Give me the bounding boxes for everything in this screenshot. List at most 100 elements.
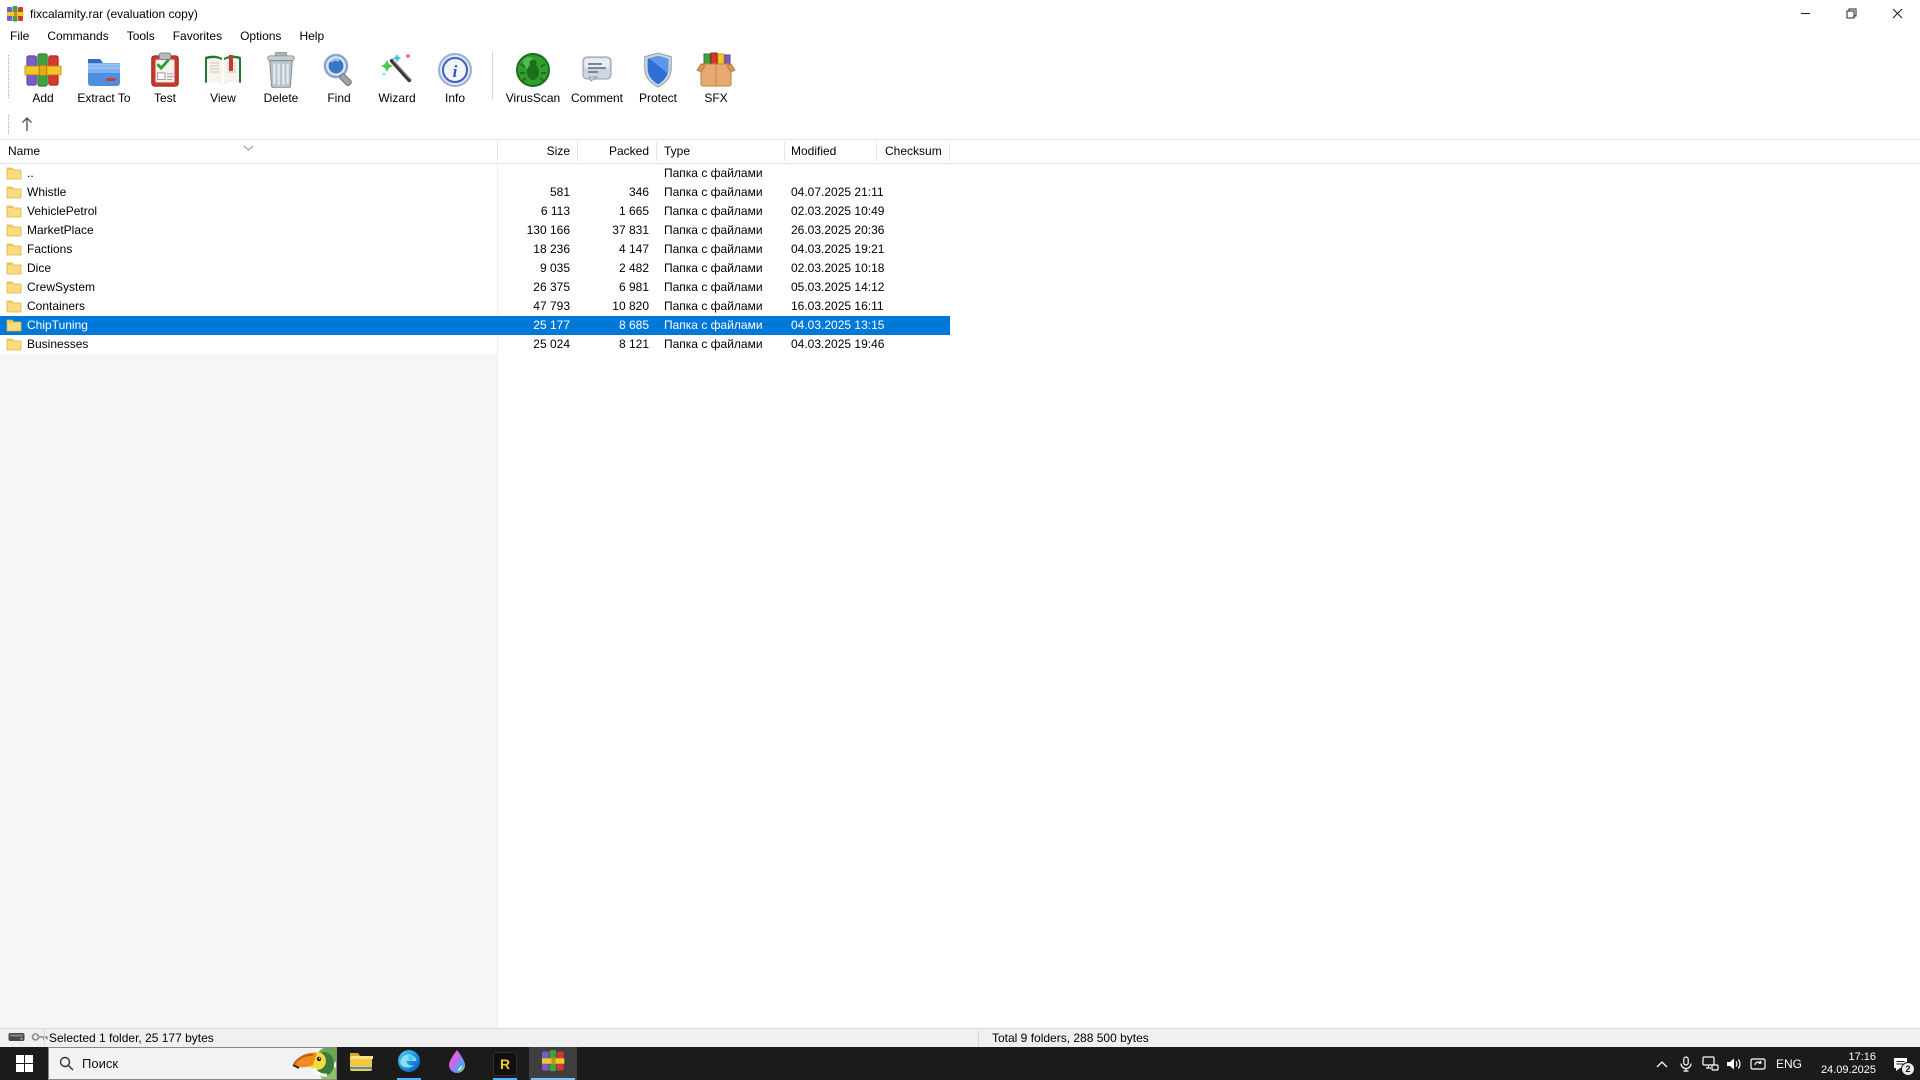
tray-volume-icon[interactable] (1722, 1047, 1746, 1080)
file-rows: ..Папка с файламиWhistle581346Папка с фа… (0, 164, 950, 354)
notification-center-button[interactable]: 2 (1880, 1047, 1920, 1080)
find-label: Find (327, 91, 350, 105)
folder-icon (6, 299, 22, 313)
info-button[interactable]: i Info (426, 45, 484, 105)
notification-count-badge: 2 (1901, 1062, 1915, 1076)
column-divider[interactable] (656, 142, 657, 161)
row-modified: 04.03.2025 19:21 (791, 240, 901, 259)
winrar-app-icon (7, 6, 24, 22)
table-row[interactable]: Whistle581346Папка с файлами04.07.2025 2… (0, 183, 950, 202)
search-placeholder: Поиск (82, 1056, 118, 1071)
column-header-modified[interactable]: Modified (791, 140, 873, 163)
menu-commands[interactable]: Commands (38, 27, 117, 45)
search-input[interactable]: Поиск (48, 1047, 337, 1080)
find-button[interactable]: Find (310, 45, 368, 105)
table-row[interactable]: Factions18 2364 147Папка с файлами04.03.… (0, 240, 950, 259)
column-header-checksum[interactable]: Checksum (885, 140, 945, 163)
row-name: CrewSystem (27, 278, 492, 297)
row-type: Папка с файлами (664, 297, 784, 316)
menu-options[interactable]: Options (231, 27, 290, 45)
table-row[interactable]: Dice9 0352 482Папка с файлами02.03.2025 … (0, 259, 950, 278)
column-divider[interactable] (784, 142, 785, 161)
row-packed (578, 164, 649, 183)
virusscan-label: VirusScan (506, 91, 560, 105)
column-divider[interactable] (577, 142, 578, 161)
sfx-box-icon (696, 51, 736, 89)
row-packed: 1 665 (578, 202, 649, 221)
delete-label: Delete (264, 91, 299, 105)
folder-icon (6, 242, 22, 256)
row-size: 9 035 (500, 259, 570, 278)
folder-icon (6, 261, 22, 275)
restore-button[interactable] (1828, 0, 1874, 27)
column-header-packed[interactable]: Packed (578, 140, 649, 163)
test-button[interactable]: Test (136, 45, 194, 105)
wizard-wand-icon (377, 51, 417, 89)
wizard-button[interactable]: Wizard (368, 45, 426, 105)
folder-icon (6, 280, 22, 294)
tray-date: 24.09.2025 (1808, 1064, 1876, 1077)
table-row[interactable]: VehiclePetrol6 1131 665Папка с файлами02… (0, 202, 950, 221)
row-size: 25 177 (500, 316, 570, 335)
tray-language-indicator[interactable]: ENG (1770, 1057, 1808, 1071)
list-header: Name Size Packed Type Modified Checksum (0, 139, 1920, 164)
sfx-button[interactable]: SFX (687, 45, 745, 105)
extract-to-button[interactable]: Extract To (72, 45, 136, 105)
virusscan-button[interactable]: VirusScan (501, 45, 565, 105)
table-row[interactable]: Containers47 79310 820Папка с файлами16.… (0, 297, 950, 316)
taskbar-rage-button[interactable]: R (481, 1047, 529, 1080)
close-button[interactable] (1874, 0, 1920, 27)
column-header-size[interactable]: Size (500, 140, 570, 163)
menu-help[interactable]: Help (290, 27, 333, 45)
tray-time: 17:16 (1808, 1051, 1876, 1064)
table-row[interactable]: ChipTuning25 1778 685Папка с файлами04.0… (0, 316, 950, 335)
folder-icon (6, 204, 22, 218)
key-icon[interactable] (31, 1031, 49, 1046)
minimize-button[interactable] (1782, 0, 1828, 27)
rage-mp-icon: R (493, 1052, 517, 1076)
toolbar-separator (492, 51, 493, 99)
table-row[interactable]: MarketPlace130 16637 831Папка с файлами2… (0, 221, 950, 240)
paint-drop-icon (446, 1049, 468, 1078)
tray-network-icon[interactable] (1698, 1047, 1722, 1080)
table-row[interactable]: CrewSystem26 3756 981Папка с файлами05.0… (0, 278, 950, 297)
info-label: Info (445, 91, 465, 105)
tray-microphone-icon[interactable] (1674, 1047, 1698, 1080)
tray-chevron-up-icon[interactable] (1650, 1047, 1674, 1080)
column-divider[interactable] (497, 142, 498, 161)
row-type: Папка с файлами (664, 221, 784, 240)
menu-tools[interactable]: Tools (118, 27, 164, 45)
folder-icon (6, 318, 22, 332)
comment-button[interactable]: Comment (565, 45, 629, 105)
row-packed: 37 831 (578, 221, 649, 240)
column-divider[interactable] (949, 142, 950, 161)
view-button[interactable]: View (194, 45, 252, 105)
menu-file[interactable]: File (0, 27, 38, 45)
column-divider[interactable] (876, 142, 877, 161)
row-size: 6 113 (500, 202, 570, 221)
statusbar-separator (978, 1030, 979, 1046)
taskbar-winrar-button[interactable] (529, 1047, 577, 1080)
system-tray: ENG 17:16 24.09.2025 2 (1650, 1047, 1920, 1080)
add-button[interactable]: Add (14, 45, 72, 105)
row-type: Папка с файлами (664, 335, 784, 354)
taskbar-explorer-button[interactable] (337, 1047, 385, 1080)
comment-icon (577, 51, 617, 89)
protect-button[interactable]: Protect (629, 45, 687, 105)
tray-cast-icon[interactable] (1746, 1047, 1770, 1080)
tray-clock[interactable]: 17:16 24.09.2025 (1808, 1051, 1880, 1077)
taskbar-edge-button[interactable] (385, 1047, 433, 1080)
search-highlight-toucan-image[interactable] (284, 1048, 336, 1080)
taskbar-paint-drop-button[interactable] (433, 1047, 481, 1080)
delete-button[interactable]: Delete (252, 45, 310, 105)
menu-favorites[interactable]: Favorites (164, 27, 231, 45)
start-button[interactable] (0, 1047, 48, 1080)
row-size: 26 375 (500, 278, 570, 297)
up-directory-button[interactable] (14, 112, 40, 136)
table-row[interactable]: Businesses25 0248 121Папка с файлами04.0… (0, 335, 950, 354)
table-row[interactable]: ..Папка с файлами (0, 164, 950, 183)
title-bar: fixcalamity.rar (evaluation copy) (0, 0, 1920, 27)
column-header-type[interactable]: Type (664, 140, 779, 163)
drive-icon[interactable] (8, 1031, 25, 1046)
extract-folder-icon (84, 51, 124, 89)
